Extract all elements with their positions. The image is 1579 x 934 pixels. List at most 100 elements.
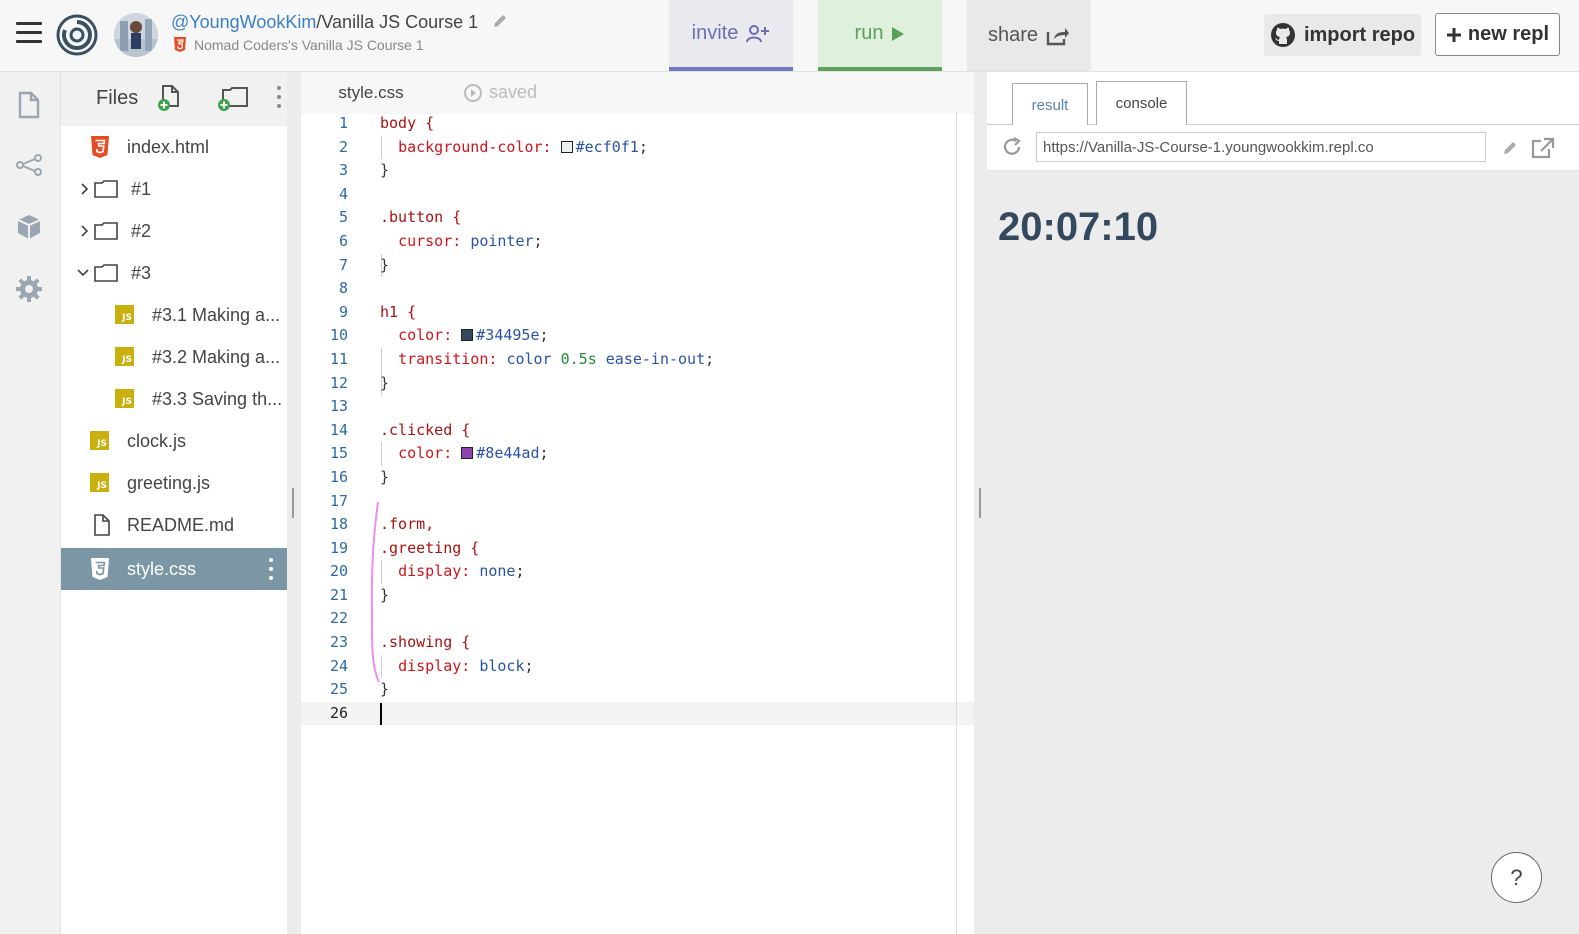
saved-label: saved bbox=[489, 82, 538, 102]
activity-rail bbox=[0, 72, 61, 934]
files-more-icon[interactable] bbox=[276, 86, 282, 110]
owner-link[interactable]: @YoungWookKim bbox=[171, 12, 316, 32]
line-number: 25 bbox=[329, 680, 348, 699]
panel-resizer[interactable] bbox=[287, 72, 301, 934]
folder-item-3[interactable]: #3 bbox=[61, 252, 287, 294]
file-item-index-html[interactable]: index.html bbox=[61, 126, 287, 168]
replit-logo-icon[interactable] bbox=[56, 14, 98, 56]
code-line: 12} bbox=[301, 372, 974, 396]
file-item-3-1[interactable]: JS #3.1 Making a... bbox=[61, 294, 287, 336]
edit-url-pencil-icon[interactable] bbox=[1501, 139, 1519, 157]
annotation-stroke bbox=[370, 501, 380, 683]
code-line: 15 color: #8e44ad; bbox=[301, 442, 974, 466]
resize-grip[interactable] bbox=[979, 488, 981, 518]
code-text: } bbox=[380, 255, 390, 274]
edit-pencil-icon[interactable] bbox=[491, 12, 509, 30]
line-number: 3 bbox=[338, 161, 348, 180]
html5-icon bbox=[90, 136, 110, 158]
color-swatch[interactable] bbox=[461, 329, 474, 342]
code-text: .form, bbox=[380, 515, 435, 534]
line-number: 14 bbox=[329, 420, 348, 439]
add-file-icon[interactable] bbox=[157, 84, 183, 112]
chevron-right-icon[interactable] bbox=[79, 181, 91, 197]
line-number: 23 bbox=[329, 633, 348, 652]
folder-item-2[interactable]: #2 bbox=[61, 210, 287, 252]
packages-icon[interactable] bbox=[14, 212, 44, 242]
code-property: display: bbox=[398, 562, 480, 581]
file-item-3-3[interactable]: JS #3.3 Saving th... bbox=[61, 378, 287, 420]
code-area[interactable]: 1 body { 2 background-color: #ecf0f1; 3} … bbox=[301, 112, 974, 726]
line-number: 26 bbox=[329, 703, 348, 722]
code-line: 22 bbox=[301, 607, 974, 631]
version-control-icon[interactable] bbox=[14, 150, 44, 180]
file-label: #3.3 Saving th... bbox=[152, 389, 283, 409]
file-label: greeting.js bbox=[127, 473, 211, 493]
add-folder-icon[interactable] bbox=[217, 84, 249, 112]
file-label: clock.js bbox=[127, 431, 187, 451]
code-line: 2 background-color: #ecf0f1; bbox=[301, 136, 974, 160]
tab-result[interactable]: result bbox=[1012, 83, 1088, 127]
document-icon bbox=[92, 514, 112, 536]
files-icon[interactable] bbox=[14, 90, 44, 120]
import-repo-button[interactable]: import repo bbox=[1264, 14, 1421, 56]
line-number: 16 bbox=[329, 467, 348, 486]
preview-urlbar bbox=[987, 125, 1579, 171]
file-item-greeting-js[interactable]: JS greeting.js bbox=[61, 462, 287, 504]
file-item-readme[interactable]: README.md bbox=[61, 504, 287, 546]
chevron-right-icon[interactable] bbox=[79, 223, 91, 239]
repl-name[interactable]: Vanilla JS Course 1 bbox=[321, 12, 478, 32]
code-value: block bbox=[479, 656, 525, 675]
code-property: transition: bbox=[398, 349, 507, 368]
code-line: 11 transition: color 0.5s ease-in-out; bbox=[301, 348, 974, 372]
file-more-icon[interactable] bbox=[268, 558, 274, 582]
tab-console[interactable]: console bbox=[1096, 81, 1187, 125]
line-number: 5 bbox=[338, 208, 348, 227]
js-file-icon: JS bbox=[90, 473, 109, 492]
code-text: } bbox=[380, 161, 390, 180]
menu-icon[interactable] bbox=[16, 22, 42, 44]
chevron-down-icon[interactable] bbox=[76, 265, 89, 281]
code-text: .button { bbox=[380, 208, 462, 227]
js-file-icon: JS bbox=[115, 389, 134, 408]
resize-grip[interactable] bbox=[292, 488, 294, 518]
settings-gear-icon[interactable] bbox=[14, 274, 44, 304]
color-swatch[interactable] bbox=[560, 140, 573, 153]
share-label: share bbox=[987, 24, 1039, 46]
js-file-icon: JS bbox=[115, 305, 134, 324]
top-bar: @YoungWookKim/Vanilla JS Course 1 Nomad … bbox=[0, 0, 1579, 72]
clock-heading[interactable]: 20:07:10 bbox=[998, 205, 1158, 250]
line-number: 4 bbox=[338, 184, 348, 203]
folder-item-1[interactable]: #1 bbox=[61, 168, 287, 210]
folder-icon bbox=[94, 222, 118, 240]
line-number: 22 bbox=[329, 609, 348, 628]
share-button[interactable]: share bbox=[967, 0, 1091, 71]
line-number: 21 bbox=[329, 585, 348, 604]
avatar[interactable] bbox=[114, 13, 158, 57]
code-line: 1 body { bbox=[301, 112, 974, 136]
tab-style-css[interactable]: style.css bbox=[301, 72, 441, 114]
code-line: 24 display: block; bbox=[301, 655, 974, 679]
line-number: 12 bbox=[329, 373, 348, 392]
refresh-icon[interactable] bbox=[1001, 136, 1023, 158]
file-item-style-css[interactable]: style.css bbox=[61, 548, 287, 590]
new-repl-button[interactable]: new repl bbox=[1435, 13, 1560, 56]
play-icon bbox=[891, 26, 905, 42]
help-button[interactable]: ? bbox=[1491, 852, 1542, 903]
code-text: } bbox=[380, 467, 390, 486]
run-label: run bbox=[854, 22, 884, 44]
code-line: 23 .showing { bbox=[301, 631, 974, 655]
file-item-clock-js[interactable]: JS clock.js bbox=[61, 420, 287, 462]
file-label: README.md bbox=[127, 515, 235, 535]
invite-button[interactable]: invite bbox=[669, 0, 793, 71]
preview-url-input[interactable] bbox=[1036, 132, 1486, 162]
line-number: 24 bbox=[329, 656, 348, 675]
files-panel: Files index.html #1 #2 #3 JS #3.1 Making… bbox=[61, 72, 287, 934]
file-item-3-2[interactable]: JS #3.2 Making a... bbox=[61, 336, 287, 378]
line-number: 8 bbox=[338, 279, 348, 298]
open-new-tab-icon[interactable] bbox=[1531, 137, 1555, 159]
color-swatch[interactable] bbox=[461, 447, 474, 460]
line-number: 2 bbox=[338, 137, 348, 156]
github-icon bbox=[1270, 22, 1296, 48]
run-button[interactable]: run bbox=[818, 0, 942, 71]
preview-tabbar: result console bbox=[987, 72, 1579, 127]
